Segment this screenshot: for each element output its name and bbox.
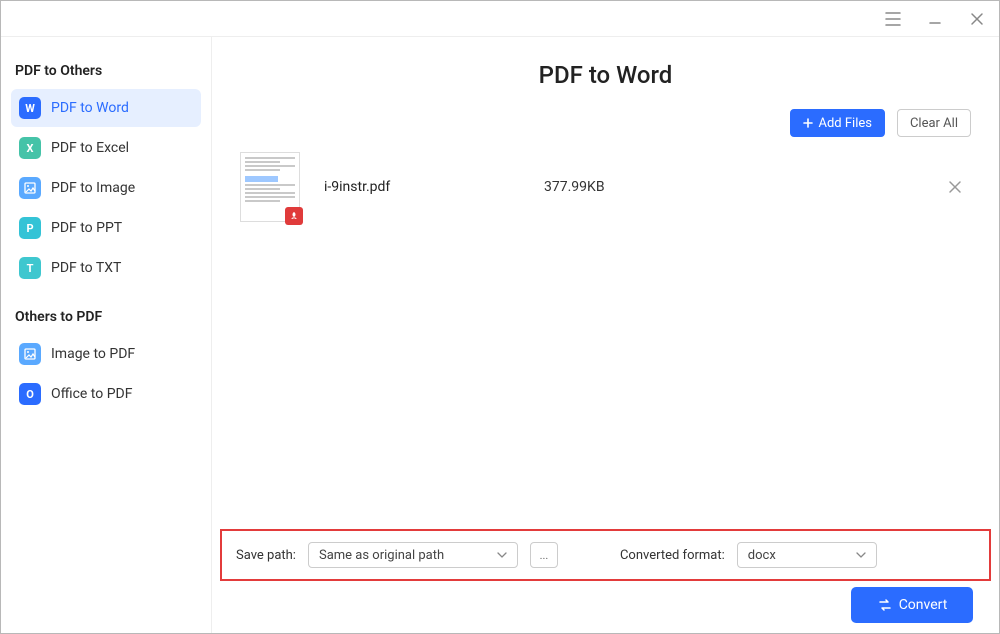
convert-icon: [877, 598, 893, 612]
bottom-options-row: Save path: Same as original path ... Con…: [212, 529, 999, 581]
clear-all-button[interactable]: Clear All: [897, 109, 971, 137]
close-icon[interactable]: [967, 9, 987, 29]
sidebar-item-pdf-to-word[interactable]: W PDF to Word: [11, 89, 201, 127]
sidebar-item-label: PDF to Word: [51, 100, 129, 116]
sidebar-item-label: Office to PDF: [51, 386, 132, 402]
chevron-down-icon: [854, 548, 868, 562]
converted-format-label: Converted format:: [620, 548, 725, 563]
excel-icon: X: [19, 137, 41, 159]
converted-format-value: docx: [748, 548, 776, 563]
save-path-select[interactable]: Same as original path: [308, 542, 518, 568]
menu-icon[interactable]: [883, 9, 903, 29]
sidebar-item-pdf-to-txt[interactable]: T PDF to TXT: [11, 249, 201, 287]
save-path-value: Same as original path: [319, 548, 444, 563]
plus-icon: [803, 118, 813, 128]
sidebar-item-label: Image to PDF: [51, 346, 135, 362]
sidebar-item-label: PDF to Image: [51, 180, 135, 196]
ppt-icon: P: [19, 217, 41, 239]
office-icon: O: [19, 383, 41, 405]
action-row: Add Files Clear All: [212, 89, 999, 145]
add-files-label: Add Files: [818, 116, 871, 131]
titlebar: [1, 1, 999, 37]
file-row: i-9instr.pdf 377.99KB: [240, 149, 971, 225]
txt-icon: T: [19, 257, 41, 279]
sidebar-section-title: Others to PDF: [1, 301, 211, 335]
image-icon: [19, 343, 41, 365]
app-window: PDF to Others W PDF to Word X PDF to Exc…: [0, 0, 1000, 634]
file-size: 377.99KB: [544, 179, 884, 195]
sidebar-item-pdf-to-ppt[interactable]: P PDF to PPT: [11, 209, 201, 247]
file-thumbnail: [240, 152, 300, 222]
clear-all-label: Clear All: [910, 116, 958, 131]
sidebar-item-image-to-pdf[interactable]: Image to PDF: [11, 335, 201, 373]
file-name: i-9instr.pdf: [324, 179, 544, 195]
convert-label: Convert: [899, 597, 948, 613]
browse-path-button[interactable]: ...: [530, 542, 558, 568]
sidebar: PDF to Others W PDF to Word X PDF to Exc…: [1, 37, 212, 633]
chevron-down-icon: [495, 548, 509, 562]
convert-button[interactable]: Convert: [851, 587, 973, 623]
file-list: i-9instr.pdf 377.99KB: [212, 145, 999, 225]
page-title: PDF to Word: [212, 61, 999, 89]
sidebar-item-label: PDF to TXT: [51, 260, 121, 276]
word-icon: W: [19, 97, 41, 119]
remove-file-button[interactable]: [947, 179, 971, 195]
sidebar-section-title: PDF to Others: [1, 55, 211, 89]
converted-format-select[interactable]: docx: [737, 542, 877, 568]
app-body: PDF to Others W PDF to Word X PDF to Exc…: [1, 37, 999, 633]
sidebar-item-pdf-to-image[interactable]: PDF to Image: [11, 169, 201, 207]
sidebar-item-pdf-to-excel[interactable]: X PDF to Excel: [11, 129, 201, 167]
sidebar-item-label: PDF to Excel: [51, 140, 129, 156]
pdf-badge-icon: [285, 207, 303, 225]
sidebar-item-office-to-pdf[interactable]: O Office to PDF: [11, 375, 201, 413]
image-icon: [19, 177, 41, 199]
save-path-label: Save path:: [236, 548, 296, 563]
main-panel: PDF to Word Add Files Clear All: [212, 37, 999, 633]
minimize-icon[interactable]: [925, 9, 945, 29]
sidebar-item-label: PDF to PPT: [51, 220, 122, 236]
add-files-button[interactable]: Add Files: [790, 109, 884, 137]
